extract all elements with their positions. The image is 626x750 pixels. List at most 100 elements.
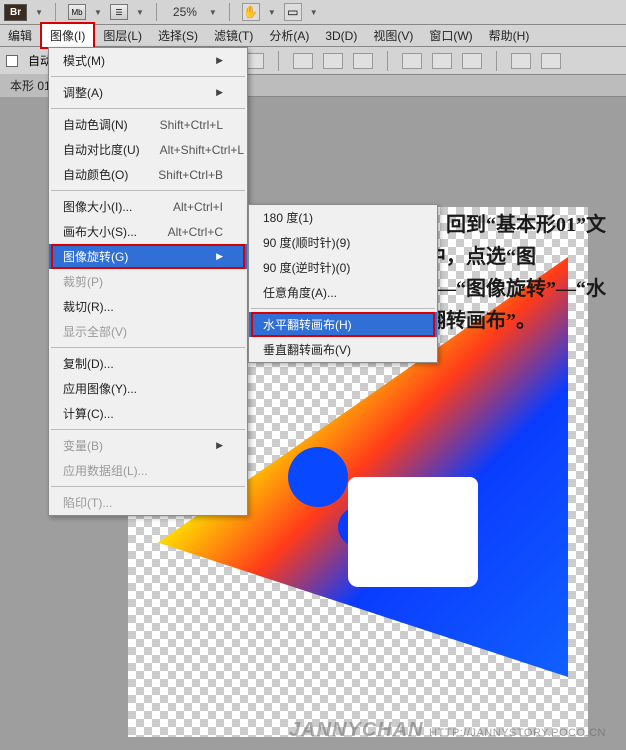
- menu-auto-contrast[interactable]: 自动对比度(U) Alt+Shift+Ctrl+L: [49, 137, 247, 162]
- rotate-90-cw[interactable]: 90 度(顺时针)(9): [249, 230, 437, 255]
- separator: [496, 51, 497, 71]
- menu-filter[interactable]: 滤镜(T): [206, 24, 261, 47]
- menu-calculations[interactable]: 计算(C)...: [49, 401, 247, 426]
- image-rotation-submenu: 180 度(1) 90 度(顺时针)(9) 90 度(逆时针)(0) 任意角度(…: [248, 204, 438, 363]
- rotate-90-ccw[interactable]: 90 度(逆时针)(0): [249, 255, 437, 280]
- separator: [51, 486, 245, 487]
- separator: [229, 3, 230, 21]
- menu-crop-trim: 裁剪(P): [49, 269, 247, 294]
- flip-canvas-horizontal[interactable]: 水平翻转画布(H): [249, 312, 437, 337]
- distribute-v-icon[interactable]: [432, 53, 452, 69]
- label: 变量(B): [63, 437, 103, 454]
- arrange-icon[interactable]: [511, 53, 531, 69]
- separator: [387, 51, 388, 71]
- submenu-arrow-icon: ▶: [216, 55, 223, 66]
- arrange-icon[interactable]: [541, 53, 561, 69]
- separator: [156, 3, 157, 21]
- menu-trap: 陷印(T)...: [49, 490, 247, 515]
- separator: [51, 76, 245, 77]
- separator: [251, 308, 435, 309]
- label: 垂直翻转画布(V): [263, 341, 351, 358]
- menu-crop[interactable]: 裁切(R)...: [49, 294, 247, 319]
- label: 陷印(T)...: [63, 494, 112, 511]
- label: 画布大小(S)...: [63, 223, 137, 240]
- separator: [51, 108, 245, 109]
- label: 模式(M): [63, 52, 105, 69]
- menu-auto-tone[interactable]: 自动色调(N) Shift+Ctrl+L: [49, 112, 247, 137]
- watermark-url: HTTP://JANNYSTORY.POCO.CN: [429, 727, 606, 739]
- menu-reveal-all: 显示全部(V): [49, 319, 247, 344]
- separator: [51, 429, 245, 430]
- menu-analysis[interactable]: 分析(A): [261, 24, 317, 47]
- menu-edit[interactable]: 编辑: [0, 24, 40, 47]
- menu-apply-image[interactable]: 应用图像(Y)...: [49, 376, 247, 401]
- separator: [55, 3, 56, 21]
- menu-view[interactable]: 视图(V): [365, 24, 421, 47]
- label: 裁剪(P): [63, 273, 103, 290]
- menu-mode[interactable]: 模式(M) ▶: [49, 48, 247, 73]
- hand-tool-icon[interactable]: ✋: [242, 3, 260, 21]
- menu-select[interactable]: 选择(S): [150, 24, 206, 47]
- bridge-badge[interactable]: Br: [4, 4, 27, 21]
- submenu-arrow-icon: ▶: [216, 87, 223, 98]
- menu-image-size[interactable]: 图像大小(I)... Alt+Ctrl+I: [49, 194, 247, 219]
- shortcut: Shift+Ctrl+B: [158, 168, 223, 182]
- screen-mode-icon[interactable]: ▭: [284, 3, 302, 21]
- history-icon[interactable]: ☰: [110, 4, 128, 20]
- align-center-icon[interactable]: [323, 53, 343, 69]
- menu-window[interactable]: 窗口(W): [421, 24, 480, 47]
- dropdown-icon[interactable]: ▼: [136, 8, 144, 17]
- main-menubar: 编辑 图像(I) 图层(L) 选择(S) 滤镜(T) 分析(A) 3D(D) 视…: [0, 25, 626, 47]
- label: 水平翻转画布(H): [263, 316, 352, 333]
- shortcut: Shift+Ctrl+L: [160, 118, 223, 132]
- menu-image-rotation[interactable]: 图像旋转(G) ▶: [49, 244, 247, 269]
- label: 应用图像(Y)...: [63, 380, 137, 397]
- label: 计算(C)...: [63, 405, 114, 422]
- launch-icon[interactable]: Mb: [68, 4, 86, 20]
- label: 180 度(1): [263, 209, 313, 226]
- menu-auto-color[interactable]: 自动颜色(O) Shift+Ctrl+B: [49, 162, 247, 187]
- flip-canvas-vertical[interactable]: 垂直翻转画布(V): [249, 337, 437, 362]
- distribute-space-icon[interactable]: [462, 53, 482, 69]
- zoom-dropdown-icon[interactable]: ▼: [209, 8, 217, 17]
- submenu-arrow-icon: ▶: [216, 440, 223, 451]
- distribute-h-icon[interactable]: [402, 53, 422, 69]
- submenu-arrow-icon: ▶: [216, 251, 223, 262]
- rotate-180[interactable]: 180 度(1): [249, 205, 437, 230]
- label: 任意角度(A)...: [263, 284, 337, 301]
- menu-canvas-size[interactable]: 画布大小(S)... Alt+Ctrl+C: [49, 219, 247, 244]
- label: 自动对比度(U): [63, 141, 140, 158]
- menu-duplicate[interactable]: 复制(D)...: [49, 351, 247, 376]
- label: 90 度(逆时针)(0): [263, 259, 350, 276]
- align-right-icon[interactable]: [353, 53, 373, 69]
- shortcut: Alt+Ctrl+C: [168, 225, 223, 239]
- align-left-icon[interactable]: [293, 53, 313, 69]
- label: 裁切(R)...: [63, 298, 114, 315]
- label: 图像大小(I)...: [63, 198, 132, 215]
- dropdown-icon[interactable]: ▼: [268, 8, 276, 17]
- separator: [51, 347, 245, 348]
- zoom-level[interactable]: 25%: [173, 5, 197, 19]
- label: 调整(A): [63, 84, 103, 101]
- menu-layer[interactable]: 图层(L): [95, 24, 150, 47]
- menu-apply-dataset: 应用数据组(L)...: [49, 458, 247, 483]
- auto-select-checkbox[interactable]: [6, 55, 18, 67]
- label: 复制(D)...: [63, 355, 114, 372]
- shortcut: Alt+Ctrl+I: [173, 200, 223, 214]
- label: 90 度(顺时针)(9): [263, 234, 350, 251]
- menu-3d[interactable]: 3D(D): [317, 26, 365, 46]
- label: 自动颜色(O): [63, 166, 128, 183]
- label: 图像旋转(G): [63, 248, 128, 265]
- dropdown-icon[interactable]: ▼: [310, 8, 318, 17]
- image-dropdown-menu: 模式(M) ▶ 调整(A) ▶ 自动色调(N) Shift+Ctrl+L 自动对比度(…: [48, 47, 248, 516]
- separator: [278, 51, 279, 71]
- label: 自动色调(N): [63, 116, 128, 133]
- menu-help[interactable]: 帮助(H): [481, 24, 538, 47]
- dropdown-icon[interactable]: ▼: [94, 8, 102, 17]
- bridge-dropdown-icon[interactable]: ▼: [35, 8, 43, 17]
- menu-image[interactable]: 图像(I): [40, 22, 95, 49]
- menu-variables: 变量(B) ▶: [49, 433, 247, 458]
- menu-adjustments[interactable]: 调整(A) ▶: [49, 80, 247, 105]
- shortcut: Alt+Shift+Ctrl+L: [160, 143, 244, 157]
- rotate-arbitrary[interactable]: 任意角度(A)...: [249, 280, 437, 305]
